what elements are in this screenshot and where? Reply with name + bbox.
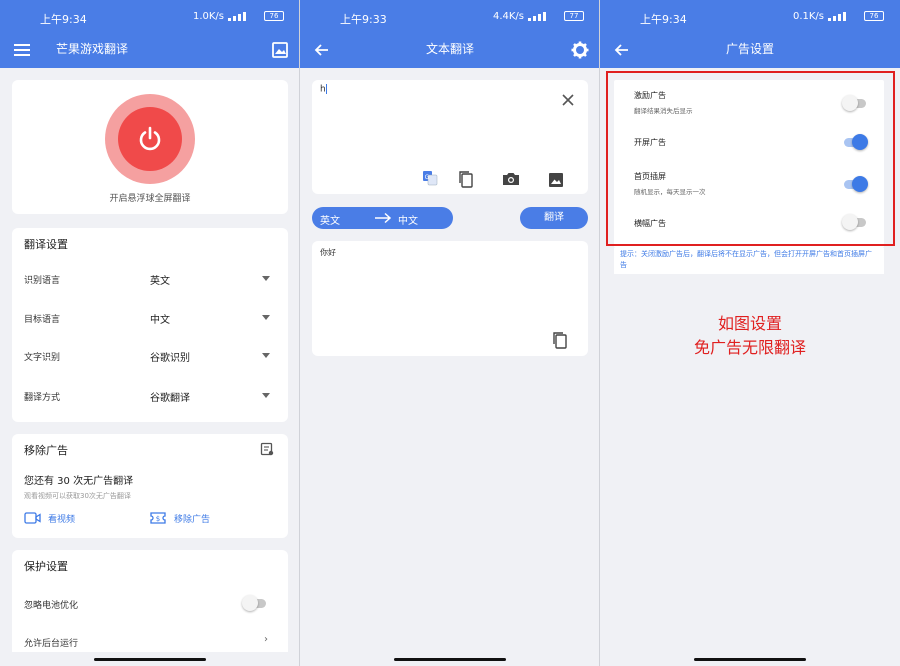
input-card: h G xyxy=(312,80,588,194)
translate-button[interactable]: 翻译 xyxy=(520,207,588,229)
signal-icon xyxy=(228,12,260,21)
arrow-right-icon xyxy=(375,212,392,224)
remove-ads-card: 移除广告 您还有 30 次无广告翻译 观看视频可以获取30次无广告翻译 看视频 … xyxy=(12,434,288,538)
settings-title: 翻译设置 xyxy=(24,238,68,251)
nav-bar xyxy=(0,652,300,666)
battery-icon: 77 xyxy=(564,11,584,21)
video-icon xyxy=(24,512,41,524)
protect-title: 保护设置 xyxy=(24,560,68,573)
text-translate-screen: 上午9:33 4.4K/s 77 文本翻译 h G 英文 中文 翻译 你好 xyxy=(300,0,600,666)
battery-optimization-label: 忽略电池优化 xyxy=(24,601,79,611)
battery-icon: 76 xyxy=(864,11,884,21)
language-switch-button[interactable]: 英文 中文 xyxy=(312,207,453,229)
annotation: 如图设置 免广告无限翻译 xyxy=(600,312,900,360)
status-speed: 1.0K/s xyxy=(192,11,224,22)
app-bar: 文本翻译 xyxy=(300,32,600,68)
background-run-label: 允许后台运行 xyxy=(24,639,79,649)
ad-settings-screen: 上午9:34 0.1K/s 76 广告设置 激励广告 翻译结果消失后显示 开屏广… xyxy=(600,0,900,666)
image-icon[interactable] xyxy=(270,40,290,60)
app-bar: 广告设置 xyxy=(600,32,900,68)
status-bar: 上午9:34 0.1K/s 76 xyxy=(600,0,900,32)
google-translate-icon[interactable]: G xyxy=(422,170,438,186)
app-bar: 芒果游戏翻译 xyxy=(0,32,300,68)
remove-ads-button[interactable]: $ 移除广告 xyxy=(150,510,240,526)
ads-remaining: 您还有 30 次无广告翻译 xyxy=(24,476,134,487)
protection-card: 保护设置 忽略电池优化 允许后台运行 › xyxy=(12,550,288,660)
page-title: 文本翻译 xyxy=(425,42,474,56)
source-text-input[interactable]: h xyxy=(320,84,327,95)
home-indicator[interactable] xyxy=(694,658,806,661)
battery-optimization-toggle[interactable] xyxy=(242,594,268,612)
svg-text:G: G xyxy=(425,174,430,181)
highlight-box xyxy=(606,71,895,246)
status-time: 上午9:34 xyxy=(40,13,87,26)
chevron-down-icon xyxy=(262,353,270,358)
power-icon xyxy=(139,126,161,151)
power-button[interactable] xyxy=(105,94,195,184)
status-time: 上午9:33 xyxy=(340,13,387,26)
image-icon[interactable] xyxy=(548,172,564,188)
svg-text:$: $ xyxy=(156,515,160,523)
chevron-down-icon xyxy=(262,276,270,281)
gear-icon[interactable] xyxy=(570,40,590,60)
annotation-line-1: 如图设置 xyxy=(717,314,782,333)
watch-video-button[interactable]: 看视频 xyxy=(24,510,104,526)
ads-hint: 观看视频可以获取30次无广告翻译 xyxy=(24,492,131,500)
status-speed: 0.1K/s xyxy=(792,11,824,22)
translation-settings-card: 翻译设置 识别语言 英文 目标语言 中文 文字识别 谷歌识别 翻译方式 谷歌翻译 xyxy=(12,228,288,422)
nav-bar xyxy=(300,652,600,666)
home-screen: 上午9:34 1.0K/s 76 芒果游戏翻译 开启悬浮球全屏翻译 翻译设置 识… xyxy=(0,0,300,666)
status-bar: 上午9:34 1.0K/s 76 xyxy=(0,0,300,32)
close-icon[interactable] xyxy=(562,94,574,106)
nav-bar xyxy=(600,652,900,666)
page-title: 广告设置 xyxy=(725,42,774,56)
camera-icon[interactable] xyxy=(502,172,520,186)
chevron-down-icon xyxy=(262,393,270,398)
signal-icon xyxy=(828,12,860,21)
power-label: 开启悬浮球全屏翻译 xyxy=(109,194,191,204)
chevron-down-icon xyxy=(262,315,270,320)
chevron-right-icon[interactable]: › xyxy=(264,634,268,645)
status-bar: 上午9:33 4.4K/s 77 xyxy=(300,0,600,32)
ad-settings-icon[interactable] xyxy=(260,442,274,456)
home-indicator[interactable] xyxy=(394,658,506,661)
ad-tip: 提示：关闭激励广告后，翻译后将不在显示广告，但会打开开屏广告和首页插屏广告 xyxy=(620,250,872,269)
ad-tip-box: 提示：关闭激励广告后，翻译后将不在显示广告，但会打开开屏广告和首页插屏广告 xyxy=(614,248,884,274)
ads-title: 移除广告 xyxy=(24,444,68,457)
home-indicator[interactable] xyxy=(94,658,206,661)
menu-icon[interactable] xyxy=(12,40,32,60)
output-card: 你好 xyxy=(312,241,588,356)
battery-icon: 76 xyxy=(264,11,284,21)
status-speed: 4.4K/s xyxy=(492,11,524,22)
copy-icon[interactable] xyxy=(552,331,568,349)
signal-icon xyxy=(528,12,560,21)
annotation-line-2: 免广告无限翻译 xyxy=(693,338,806,357)
target-lang-label: 中文 xyxy=(398,216,418,227)
status-time: 上午9:34 xyxy=(640,13,687,26)
ticket-icon: $ xyxy=(150,512,166,524)
translation-output: 你好 xyxy=(320,248,336,257)
power-card: 开启悬浮球全屏翻译 xyxy=(12,80,288,214)
source-lang-label: 英文 xyxy=(320,216,340,227)
copy-icon[interactable] xyxy=(458,170,474,188)
app-title: 芒果游戏翻译 xyxy=(56,42,129,56)
